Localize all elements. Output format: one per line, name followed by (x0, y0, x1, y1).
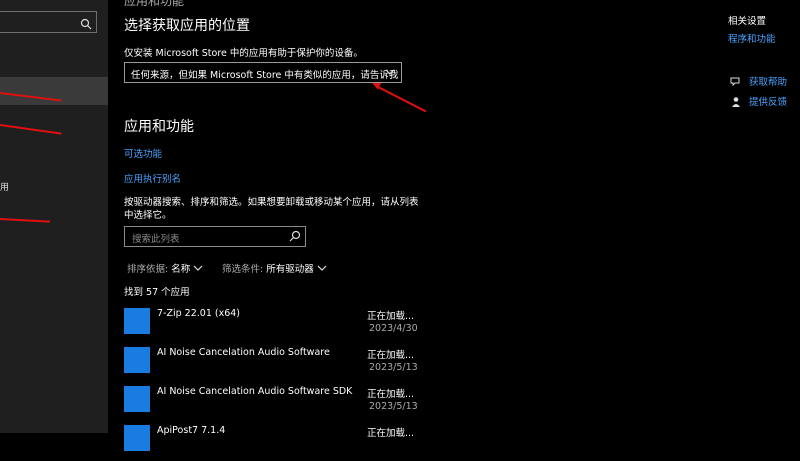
app-date: 2023/4/30 (369, 323, 418, 334)
list-item[interactable]: AI Noise Cancelation Audio Software 正在加载… (124, 347, 424, 383)
page-title: 应用和功能 (124, 0, 185, 8)
sidebar-item-label[interactable]: 用 (0, 180, 9, 193)
get-help-link[interactable]: 获取帮助 (749, 74, 787, 88)
sidebar-search-input[interactable] (0, 11, 97, 33)
feedback-link[interactable]: 提供反馈 (749, 94, 787, 108)
sort-value: 名称 (171, 264, 191, 275)
sort-label: 排序依据: (127, 264, 169, 275)
list-item[interactable]: AI Noise Cancelation Audio Software SDK … (124, 386, 424, 422)
app-status: 正在加载... (367, 389, 415, 400)
choose-location-heading: 选择获取应用的位置 (124, 18, 250, 34)
app-source-dropdown-value: 任何来源，但如果 Microsoft Store 中有类似的应用，请告诉我 (131, 70, 399, 81)
sidebar-item-selected[interactable] (0, 77, 108, 105)
related-settings-title: 相关设置 (728, 16, 767, 27)
optional-features-link[interactable]: 可选功能 (124, 146, 162, 160)
chevron-down-icon (193, 264, 203, 275)
search-help-text: 按驱动器搜索、排序和筛选。如果想要卸载或移动某个应用，请从列表中选择它。 (124, 197, 419, 221)
sort-dropdown[interactable]: 排序依据: 名称 (127, 261, 203, 275)
app-name: AI Noise Cancelation Audio Software (157, 347, 330, 358)
app-name: AI Noise Cancelation Audio Software SDK (157, 386, 353, 397)
feedback-icon (730, 93, 742, 107)
chevron-down-icon (317, 264, 327, 275)
filter-value: 所有驱动器 (266, 264, 314, 275)
app-search-input[interactable]: 搜索此列表 (124, 226, 306, 247)
sidebar: 用 (0, 0, 108, 433)
app-count: 找到 57 个应用 (124, 287, 190, 298)
list-item[interactable]: 7-Zip 22.01 (x64) 正在加载... 2023/4/30 (124, 308, 424, 344)
app-icon (124, 386, 150, 412)
choose-location-description: 仅安装 Microsoft Store 中的应用有助于保护你的设备。 (124, 48, 363, 59)
list-item[interactable]: ApiPost7 7.1.4 正在加载... (124, 425, 424, 461)
search-icon (289, 230, 301, 245)
filter-dropdown[interactable]: 筛选条件: 所有驱动器 (222, 261, 327, 275)
app-source-dropdown[interactable]: 任何来源，但如果 Microsoft Store 中有类似的应用，请告诉我 (124, 62, 402, 83)
app-date: 2023/5/13 (369, 362, 418, 373)
app-status: 正在加载... (367, 428, 415, 439)
search-placeholder: 搜索此列表 (132, 234, 180, 245)
app-name: 7-Zip 22.01 (x64) (157, 308, 241, 319)
app-status: 正在加载... (367, 350, 415, 361)
app-name: ApiPost7 7.1.4 (157, 425, 226, 436)
annotation-arrow (375, 85, 427, 113)
app-icon (124, 347, 150, 373)
app-aliases-link[interactable]: 应用执行别名 (124, 171, 181, 185)
apps-features-heading: 应用和功能 (124, 119, 194, 135)
app-status: 正在加载... (367, 311, 415, 322)
search-icon (80, 15, 92, 34)
app-icon (124, 308, 150, 334)
filter-label: 筛选条件: (222, 264, 264, 275)
programs-features-link[interactable]: 程序和功能 (728, 31, 776, 45)
app-icon (124, 425, 150, 451)
chevron-down-icon (384, 66, 396, 81)
help-icon (730, 73, 742, 87)
app-date: 2023/5/13 (369, 401, 418, 412)
